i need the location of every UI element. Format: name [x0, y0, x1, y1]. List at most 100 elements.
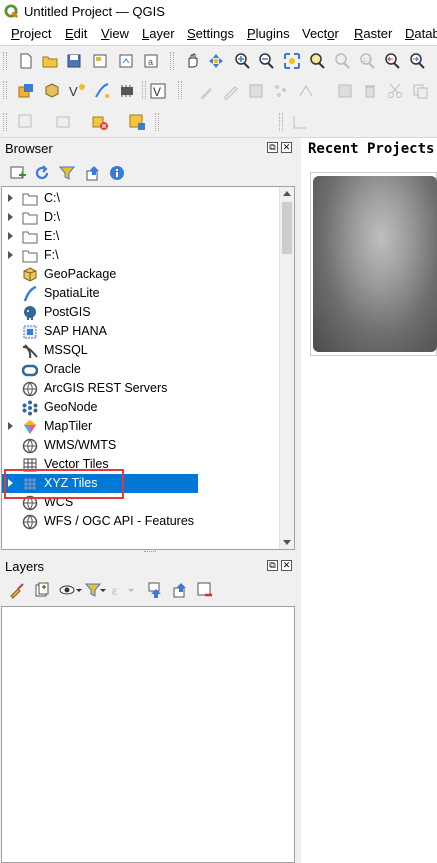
- panel-splitter-handle[interactable]: [144, 551, 156, 554]
- browser-dock-buttons: ⧉ ✕: [267, 142, 293, 154]
- menu-plugins[interactable]: Plugins: [247, 26, 290, 41]
- new-temporary-layer-icon[interactable]: [118, 82, 136, 100]
- folder-icon: [22, 210, 38, 226]
- tree-item-maptiler[interactable]: MapTiler: [2, 417, 282, 436]
- tree-item-wfs-ogc-api[interactable]: WFS / OGC API - Features: [2, 512, 282, 531]
- zoom-full-icon[interactable]: [283, 52, 301, 70]
- tree-item-label: PostGIS: [44, 305, 91, 319]
- save-layer-edits-icon: [247, 82, 265, 100]
- tree-item-geopackage[interactable]: GeoPackage: [2, 265, 282, 284]
- tree-item-label: ArcGIS REST Servers: [44, 381, 168, 395]
- title-bar: Untitled Project — QGIS: [0, 0, 437, 23]
- expand-all-icon[interactable]: [146, 581, 164, 599]
- expand-arrow-icon[interactable]: [8, 194, 13, 202]
- menu-raster[interactable]: Raster: [354, 26, 392, 41]
- zoom-last-icon[interactable]: [383, 52, 401, 70]
- menu-edit[interactable]: Edit: [65, 26, 87, 41]
- scrollbar-thumb[interactable]: [282, 202, 292, 254]
- zoom-to-selection-icon[interactable]: [308, 52, 326, 70]
- browser-scrollbar[interactable]: [279, 187, 294, 549]
- toolbar-handle[interactable]: [170, 52, 174, 70]
- toolbar-handle[interactable]: [3, 113, 7, 131]
- modify-attributes-icon: [336, 82, 354, 100]
- tree-item-drive-d[interactable]: D:\: [2, 208, 282, 227]
- recent-project-thumbnail[interactable]: [313, 176, 437, 352]
- add-group-icon[interactable]: [33, 581, 51, 599]
- layers-list[interactable]: [1, 606, 295, 863]
- tree-item-wcs[interactable]: WCS: [2, 493, 282, 512]
- menu-layer[interactable]: Layer: [142, 26, 175, 41]
- open-project-icon[interactable]: [41, 52, 59, 70]
- expand-arrow-icon[interactable]: [8, 251, 13, 259]
- tree-item-wms-wmts[interactable]: WMS/WMTS: [2, 436, 282, 455]
- tree-item-vector-tiles[interactable]: Vector Tiles: [2, 455, 282, 474]
- collapse-all-icon[interactable]: [171, 581, 189, 599]
- add-selected-layers-icon[interactable]: [9, 164, 27, 182]
- scroll-down-icon[interactable]: [283, 540, 291, 545]
- zoom-out-icon[interactable]: [257, 52, 275, 70]
- layout-manager-icon[interactable]: [117, 52, 135, 70]
- tree-item-drive-e[interactable]: E:\: [2, 227, 282, 246]
- toolbar-handle[interactable]: [3, 81, 7, 99]
- tree-item-xyz-tiles[interactable]: XYZ Tiles: [2, 474, 198, 493]
- zoom-next-icon[interactable]: [408, 52, 426, 70]
- toolbar-handle[interactable]: [142, 81, 146, 99]
- new-shapefile-layer-icon[interactable]: V: [68, 82, 86, 100]
- menu-project[interactable]: Project: [11, 26, 51, 41]
- new-print-layout-icon[interactable]: [91, 52, 109, 70]
- save-project-icon[interactable]: [65, 52, 83, 70]
- expand-arrow-icon[interactable]: [8, 232, 13, 240]
- data-source-manager-icon[interactable]: [17, 82, 35, 100]
- menu-vector[interactable]: Vector: [302, 26, 339, 41]
- close-panel-button[interactable]: ✕: [281, 142, 292, 153]
- filter-icon[interactable]: [58, 164, 76, 182]
- zoom-in-icon[interactable]: [233, 52, 251, 70]
- remove-layer-icon[interactable]: [196, 581, 214, 599]
- scroll-up-icon[interactable]: [283, 191, 291, 196]
- tree-item-postgis[interactable]: PostGIS: [2, 303, 282, 322]
- style-manager-icon[interactable]: a: [142, 52, 160, 70]
- new-virtual-layer-icon[interactable]: V: [149, 82, 167, 100]
- float-panel-button[interactable]: ⧉: [267, 560, 278, 571]
- deselect-features-icon[interactable]: [91, 113, 109, 131]
- measure-line-icon: [291, 113, 309, 131]
- tree-item-sap-hana[interactable]: SAP HANA: [2, 322, 282, 341]
- expand-arrow-icon[interactable]: [8, 422, 13, 430]
- menu-database[interactable]: Datab: [405, 26, 437, 41]
- new-geopackage-layer-icon[interactable]: [43, 82, 61, 100]
- tree-item-label: Vector Tiles: [44, 457, 109, 471]
- refresh-icon[interactable]: [33, 164, 51, 182]
- toolbar-handle[interactable]: [178, 81, 182, 99]
- close-panel-button[interactable]: ✕: [281, 560, 292, 571]
- collapse-all-icon[interactable]: [84, 164, 102, 182]
- xyz-tiles-icon: [22, 476, 38, 492]
- select-by-location-icon[interactable]: [128, 113, 146, 131]
- tree-item-spatialite[interactable]: SpatiaLite: [2, 284, 282, 303]
- tree-item-label: WCS: [44, 495, 74, 509]
- expand-arrow-icon[interactable]: [8, 213, 13, 221]
- browser-tree: C:\ D:\ E:\ F:\ GeoPackage SpatiaLite Po…: [1, 186, 295, 550]
- toolbar-handle[interactable]: [3, 52, 7, 70]
- toolbar-handle[interactable]: [155, 113, 159, 131]
- menu-settings[interactable]: Settings: [187, 26, 234, 41]
- tree-item-drive-f[interactable]: F:\: [2, 246, 282, 265]
- new-spatialite-layer-icon[interactable]: [93, 82, 111, 100]
- tree-item-geonode[interactable]: GeoNode: [2, 398, 282, 417]
- tree-item-arcgis-rest-servers[interactable]: ArcGIS REST Servers: [2, 379, 282, 398]
- new-project-icon[interactable]: [17, 52, 35, 70]
- toolbar-handle[interactable]: [279, 113, 283, 131]
- window-title: Untitled Project — QGIS: [24, 4, 165, 19]
- float-panel-button[interactable]: ⧉: [267, 142, 278, 153]
- tree-item-label: Oracle: [44, 362, 81, 376]
- pan-to-selection-icon[interactable]: [207, 52, 225, 70]
- expand-arrow-icon[interactable]: [8, 479, 13, 487]
- tree-item-drive-c[interactable]: C:\: [2, 189, 282, 208]
- tree-item-label: E:\: [44, 229, 60, 243]
- tree-item-label: C:\: [44, 191, 60, 205]
- open-layer-styling-icon[interactable]: [8, 581, 26, 599]
- tree-item-oracle[interactable]: Oracle: [2, 360, 282, 379]
- tree-item-mssql[interactable]: MSSQL: [2, 341, 282, 360]
- properties-info-icon[interactable]: [108, 164, 126, 182]
- current-edits-icon: [198, 82, 216, 100]
- menu-view[interactable]: View: [101, 26, 129, 41]
